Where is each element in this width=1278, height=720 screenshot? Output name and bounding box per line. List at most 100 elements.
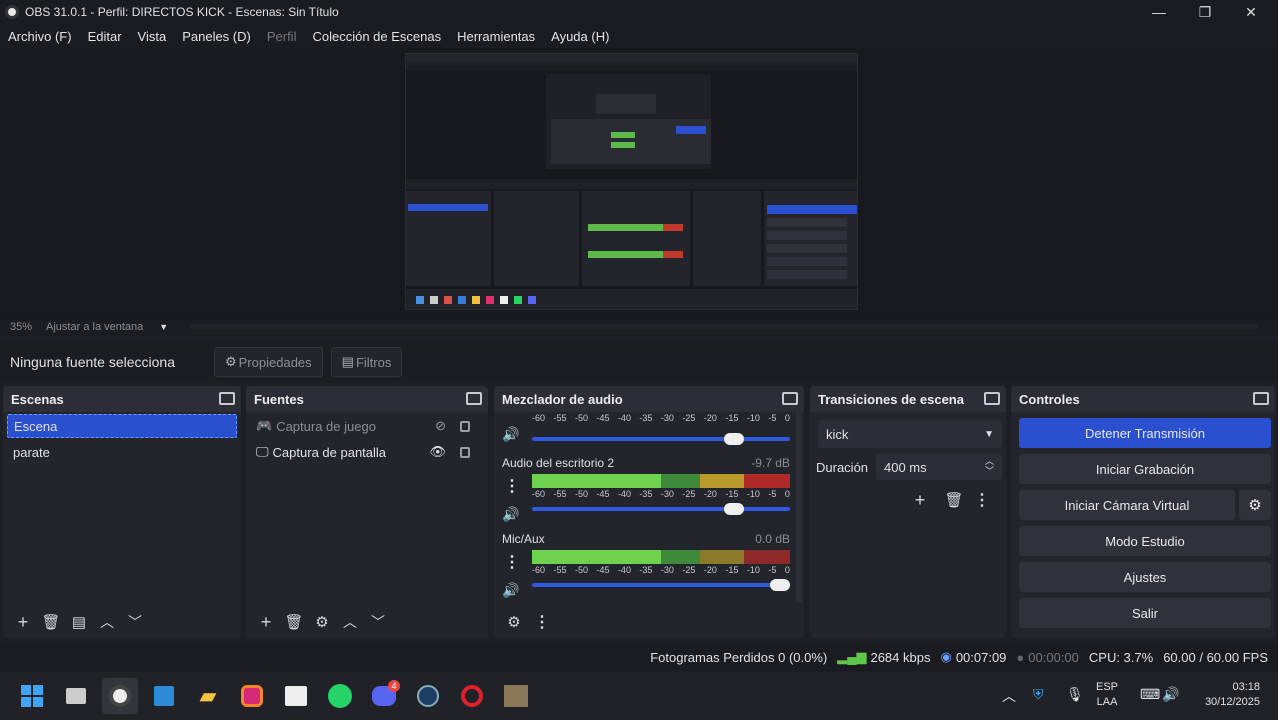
steam-icon[interactable] bbox=[410, 678, 446, 714]
volume-slider[interactable] bbox=[532, 579, 790, 591]
exit-button[interactable]: Salir bbox=[1019, 598, 1271, 628]
source-item-captura-juego[interactable]: 🎮 Captura de juego ⊘ bbox=[250, 414, 484, 438]
store-icon[interactable] bbox=[278, 678, 314, 714]
whatsapp-icon[interactable] bbox=[322, 678, 358, 714]
start-recording-button[interactable]: Iniciar Grabación bbox=[1019, 454, 1271, 484]
maximize-button[interactable]: ❐ bbox=[1182, 0, 1228, 24]
dropped-frames: Fotogramas Perdidos 0 (0.0%) bbox=[650, 649, 828, 665]
close-button[interactable]: ✕ bbox=[1228, 0, 1274, 24]
move-down-icon[interactable]: ﹀ bbox=[364, 608, 392, 636]
obs-taskbar-icon[interactable] bbox=[102, 678, 138, 714]
start-virtual-camera-button[interactable]: Iniciar Cámara Virtual bbox=[1019, 490, 1235, 520]
scene-item-escena[interactable]: Escena bbox=[7, 414, 237, 438]
duration-spinbox[interactable]: 400 ms ︿ ﹀ bbox=[876, 454, 1002, 480]
zoom-mode-dropdown[interactable]: Ajustar a la ventana bbox=[46, 321, 143, 333]
notification-badge: 4 bbox=[388, 680, 400, 692]
volume-knob[interactable] bbox=[770, 579, 790, 591]
zoom-bar: 35% Ajustar a la ventana ▼ bbox=[0, 318, 1278, 336]
filters-button[interactable]: ▤ Filtros bbox=[330, 347, 403, 377]
studio-mode-button[interactable]: Modo Estudio bbox=[1019, 526, 1271, 556]
opera-icon[interactable] bbox=[454, 678, 490, 714]
more-icon[interactable]: ⋮ bbox=[504, 552, 520, 572]
eye-icon[interactable]: 👁 bbox=[429, 444, 446, 460]
virtual-camera-settings-gear-icon[interactable]: ⚙ bbox=[1239, 490, 1271, 520]
gear-icon[interactable]: ⚙ bbox=[308, 608, 336, 636]
mixer-scrollbar[interactable] bbox=[796, 412, 802, 602]
shield-icon[interactable]: ⛨ bbox=[1033, 686, 1044, 703]
advanced-audio-icon[interactable]: ⚙ bbox=[500, 608, 528, 636]
speaker-icon[interactable]: 🔊 bbox=[502, 506, 519, 523]
lock-icon[interactable] bbox=[460, 446, 470, 458]
undock-icon[interactable] bbox=[782, 392, 798, 405]
file-explorer-icon[interactable]: ▰ bbox=[190, 678, 226, 714]
record-time: 00:00:00 bbox=[1028, 649, 1079, 665]
volume-icon[interactable]: 🔊 bbox=[1162, 686, 1179, 703]
menu-coleccion-escenas[interactable]: Colección de Escenas bbox=[304, 29, 449, 44]
menu-perfil[interactable]: Perfil bbox=[259, 29, 305, 44]
filter-icon: ▤ bbox=[341, 354, 354, 369]
undock-icon[interactable] bbox=[219, 392, 235, 405]
undock-icon[interactable] bbox=[984, 392, 1000, 405]
transitions-header: Transiciones de escena bbox=[810, 386, 1006, 412]
volume-slider[interactable] bbox=[532, 503, 790, 515]
app-icon[interactable] bbox=[146, 678, 182, 714]
stop-stream-button[interactable]: Detener Transmisión bbox=[1019, 418, 1271, 448]
program-preview[interactable] bbox=[405, 53, 858, 310]
add-icon[interactable]: + bbox=[906, 486, 934, 514]
eye-hidden-icon[interactable]: ⊘ bbox=[435, 418, 446, 434]
move-up-icon[interactable]: ︿ bbox=[336, 608, 364, 636]
add-icon[interactable]: + bbox=[252, 608, 280, 636]
properties-button[interactable]: ⚙ Propiedades bbox=[214, 347, 323, 377]
windows-start-icon[interactable] bbox=[14, 678, 50, 714]
transition-select[interactable]: kick ▼ bbox=[818, 420, 1002, 448]
undock-icon[interactable] bbox=[466, 392, 482, 405]
speaker-icon[interactable]: 🔊 bbox=[502, 426, 519, 443]
channel-name: Mic/Aux bbox=[502, 532, 545, 546]
scene-filters-icon[interactable]: ▤ bbox=[65, 608, 93, 636]
network-icon[interactable]: ⌨ bbox=[1140, 686, 1160, 703]
add-icon[interactable]: + bbox=[9, 608, 37, 636]
volume-slider[interactable] bbox=[532, 433, 790, 445]
move-down-icon[interactable]: ﹀ bbox=[121, 608, 149, 636]
chevron-up-icon[interactable]: ︿ bbox=[1002, 686, 1016, 706]
task-view-icon[interactable] bbox=[58, 678, 94, 714]
microphone-icon[interactable]: 🎙 bbox=[1066, 686, 1084, 703]
transitions-body: kick ▼ Duración 400 ms ︿ ﹀ + 🗑 ⋮ bbox=[810, 412, 1006, 638]
lock-icon[interactable] bbox=[460, 420, 470, 432]
volume-knob[interactable] bbox=[723, 503, 744, 515]
mixer-footer: ⚙ ⋮ bbox=[494, 606, 804, 638]
menu-editar[interactable]: Editar bbox=[80, 29, 130, 44]
game-icon[interactable] bbox=[498, 678, 534, 714]
instagram-icon[interactable] bbox=[234, 678, 270, 714]
cpu-usage: CPU: 3.7% bbox=[1088, 649, 1154, 665]
settings-button[interactable]: Ajustes bbox=[1019, 562, 1271, 592]
menu-vista[interactable]: Vista bbox=[130, 29, 175, 44]
move-up-icon[interactable]: ︿ bbox=[93, 608, 121, 636]
chevron-down-icon: ▼ bbox=[984, 428, 994, 440]
clock[interactable]: 03:18 30/12/2025 bbox=[1196, 680, 1260, 710]
menu-paneles[interactable]: Paneles (D) bbox=[174, 29, 259, 44]
menu-archivo[interactable]: Archivo (F) bbox=[0, 29, 80, 44]
source-item-captura-pantalla[interactable]: 🖵 Captura de pantalla 👁 bbox=[250, 440, 484, 464]
menu-ayuda[interactable]: Ayuda (H) bbox=[543, 29, 617, 44]
discord-icon[interactable]: 4 bbox=[366, 678, 402, 714]
scene-item-parate[interactable]: parate bbox=[7, 440, 237, 464]
speaker-icon[interactable]: 🔊 bbox=[502, 582, 519, 599]
preview-scrollbar[interactable] bbox=[190, 324, 1258, 330]
menu-herramientas[interactable]: Herramientas bbox=[449, 29, 543, 44]
channel-name: Audio del escritorio 2 bbox=[502, 456, 615, 470]
more-icon[interactable]: ⋮ bbox=[528, 608, 556, 636]
trash-icon[interactable]: 🗑 bbox=[37, 608, 65, 636]
scenes-dock: Escenas Escena parate + 🗑 ▤ ︿ ﹀ bbox=[3, 386, 241, 638]
undock-icon[interactable] bbox=[1253, 392, 1269, 405]
spin-arrows-icon[interactable]: ︿ ﹀ bbox=[985, 456, 994, 476]
more-icon[interactable]: ⋮ bbox=[504, 476, 520, 496]
trash-icon[interactable]: 🗑 bbox=[940, 486, 968, 514]
minimize-button[interactable]: — bbox=[1136, 0, 1182, 24]
language-indicator[interactable]: ESP LAA bbox=[1096, 680, 1118, 710]
obs-logo-icon bbox=[5, 5, 19, 19]
volume-knob[interactable] bbox=[723, 433, 744, 445]
trash-icon[interactable]: 🗑 bbox=[280, 608, 308, 636]
chevron-down-icon[interactable]: ▼ bbox=[159, 322, 168, 332]
more-icon[interactable]: ⋮ bbox=[968, 486, 996, 514]
